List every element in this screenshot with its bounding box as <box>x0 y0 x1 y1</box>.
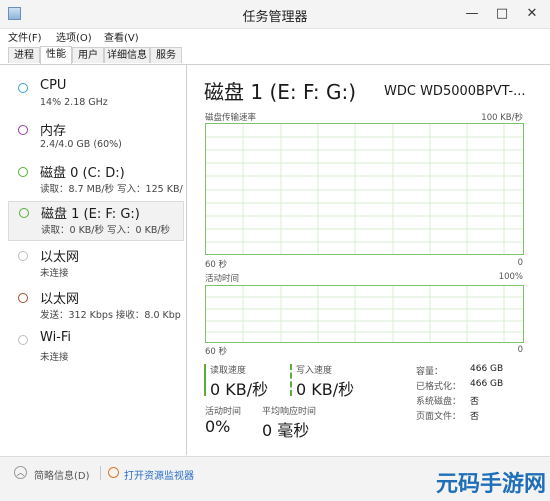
tab-services[interactable]: 服务 <box>150 47 182 63</box>
resource-detail: 未连接 <box>40 268 69 279</box>
maximize-button[interactable]: □ <box>492 4 512 24</box>
close-button[interactable]: ✕ <box>522 4 542 24</box>
resource-name: 以太网 <box>40 292 80 307</box>
read-speed-marker <box>204 364 206 396</box>
memory-indicator-icon <box>18 125 28 135</box>
page-file-value: 否 <box>470 412 480 422</box>
graph2-max: 100% <box>498 272 523 282</box>
resource-item-ethernet-2[interactable]: 以太网 发送：312 Kbps 接收：8.0 Kbp <box>8 287 184 325</box>
read-speed-label: 读取速度 <box>210 366 247 376</box>
active-time-label: 活动时间 <box>205 407 242 417</box>
watermark-logo-text: 元码手游网 <box>435 472 546 497</box>
detail-title: 磁盘 1 (E: F: G:) <box>204 80 357 104</box>
transfer-rate-graph <box>205 123 524 255</box>
write-speed-marker <box>290 364 292 396</box>
disk1-indicator-icon <box>19 208 29 218</box>
resource-detail: 发送：312 Kbps 接收：8.0 Kbp <box>40 310 181 321</box>
active-time-value: 0% <box>205 417 231 436</box>
active-time-graph <box>205 285 524 343</box>
graph2-min: 0 <box>517 345 523 355</box>
menu-file[interactable]: 文件(F) <box>8 29 42 44</box>
cpu-indicator-icon <box>18 83 28 93</box>
tab-strip: 进程 性能 用户 详细信息 服务 <box>0 46 550 65</box>
system-disk-value: 否 <box>470 397 480 407</box>
graph1-label: 磁盘传输速率 <box>205 113 257 123</box>
resource-item-wifi[interactable]: Wi-Fi 未连接 <box>8 329 184 367</box>
open-resource-monitor-link[interactable]: 打开资源监视器 <box>124 467 194 482</box>
system-disk-label: 系统磁盘： <box>416 397 462 407</box>
resource-name: 以太网 <box>40 250 80 265</box>
menu-bar: 文件(F) 选项(O) 查看(V) <box>0 28 550 46</box>
graph1-max: 100 KB/秒 <box>481 113 523 123</box>
resource-name: CPU <box>40 78 67 93</box>
minimize-button[interactable]: — <box>462 4 482 24</box>
ethernet-indicator-icon <box>18 251 28 261</box>
resource-name: Wi-Fi <box>40 330 72 345</box>
graph2-label: 活动时间 <box>205 274 240 284</box>
resource-item-disk1[interactable]: 磁盘 1 (E: F: G:) 读取：0 KB/秒 写入：0 KB/秒 <box>8 201 184 241</box>
transfer-rate-grid <box>206 124 523 254</box>
tab-details[interactable]: 详细信息 <box>104 47 150 63</box>
resource-name: 内存 <box>40 124 67 139</box>
resource-item-memory[interactable]: 内存 2.4/4.0 GB (60%) <box>8 119 184 157</box>
resource-name: 磁盘 0 (C: D:) <box>40 166 125 181</box>
resource-item-disk0[interactable]: 磁盘 0 (C: D:) 读取：8.7 MB/秒 写入：125 KB/ <box>8 161 184 199</box>
graph2-time-label: 60 秒 <box>205 347 228 357</box>
disk-model: WDC WD5000BPVT-... <box>384 84 526 99</box>
write-speed-value: 0 KB/秒 <box>296 380 355 399</box>
fewer-details-link[interactable]: 简略信息(D) <box>34 467 90 482</box>
response-time-label: 平均响应时间 <box>262 407 317 417</box>
tab-performance[interactable]: 性能 <box>40 46 72 64</box>
wifi-indicator-icon <box>18 335 28 345</box>
graph1-time-label: 60 秒 <box>205 260 228 270</box>
response-time-value: 0 毫秒 <box>262 421 310 440</box>
resource-detail: 2.4/4.0 GB (60%) <box>40 139 122 150</box>
capacity-label: 容量： <box>416 367 444 377</box>
capacity-value: 466 GB <box>470 364 504 374</box>
formatted-value: 466 GB <box>470 379 504 389</box>
resource-detail: 14% 2.18 GHz <box>40 97 108 108</box>
resource-detail: 读取：0 KB/秒 写入：0 KB/秒 <box>41 225 171 236</box>
page-file-label: 页面文件： <box>416 412 462 422</box>
resource-detail: 未连接 <box>40 352 69 363</box>
chevron-up-icon[interactable]: ︿ <box>14 466 27 479</box>
write-speed-label: 写入速度 <box>296 366 333 376</box>
resource-monitor-icon <box>108 467 119 478</box>
tab-users[interactable]: 用户 <box>72 47 104 63</box>
bottom-divider <box>100 466 101 480</box>
menu-options[interactable]: 选项(O) <box>56 29 92 44</box>
resource-detail: 读取：8.7 MB/秒 写入：125 KB/ <box>40 184 183 195</box>
resource-name: 磁盘 1 (E: F: G:) <box>41 207 140 222</box>
resource-list: CPU 14% 2.18 GHz 内存 2.4/4.0 GB (60%) 磁盘 … <box>0 65 187 455</box>
resource-item-ethernet-1[interactable]: 以太网 未连接 <box>8 245 184 283</box>
ethernet-indicator-icon <box>18 293 28 303</box>
tab-processes[interactable]: 进程 <box>8 47 40 63</box>
menu-view[interactable]: 查看(V) <box>104 29 139 44</box>
disk0-indicator-icon <box>18 167 28 177</box>
title-bar[interactable]: 任务管理器 — □ ✕ <box>0 0 550 29</box>
formatted-label: 已格式化： <box>416 382 462 392</box>
graph1-min: 0 <box>517 258 523 268</box>
read-speed-value: 0 KB/秒 <box>210 380 269 399</box>
resource-item-cpu[interactable]: CPU 14% 2.18 GHz <box>8 77 184 115</box>
active-time-grid <box>206 286 523 342</box>
